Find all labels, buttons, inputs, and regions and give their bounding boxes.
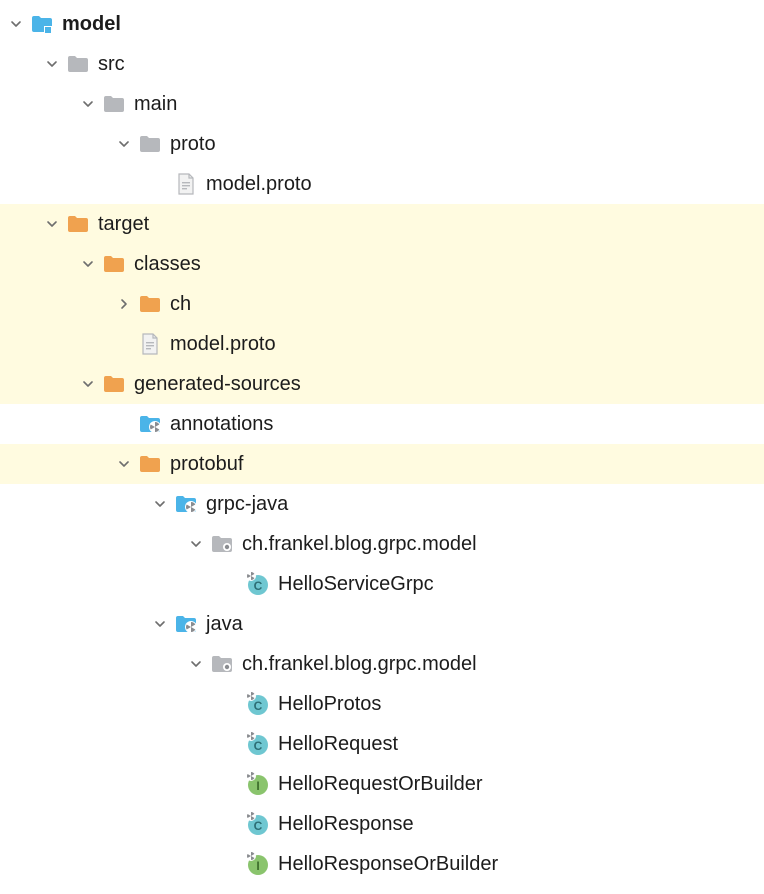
tree-row[interactable]: ch.frankel.blog.grpc.model <box>0 524 764 564</box>
chevron-down-icon[interactable] <box>78 254 98 274</box>
folder-gray-icon <box>66 52 90 76</box>
tree-row[interactable]: java <box>0 604 764 644</box>
tree-node-label: HelloResponse <box>278 804 414 844</box>
tree-node-label: grpc-java <box>206 484 288 524</box>
class-icon <box>246 692 270 716</box>
folder-gray-icon <box>138 132 162 156</box>
folder-gen-icon <box>174 612 198 636</box>
tree-row[interactable]: grpc-java <box>0 484 764 524</box>
folder-gray-icon <box>102 92 126 116</box>
tree-row[interactable]: generated-sources <box>0 364 764 404</box>
tree-row[interactable]: main <box>0 84 764 124</box>
tree-row[interactable]: model.proto <box>0 324 764 364</box>
tree-row[interactable]: model <box>0 4 764 44</box>
tree-row[interactable]: proto <box>0 124 764 164</box>
chevron-placeholder <box>222 734 242 754</box>
tree-node-label: proto <box>170 124 216 164</box>
folder-orange-icon <box>102 252 126 276</box>
interface-icon <box>246 852 270 876</box>
tree-row[interactable]: HelloProtos <box>0 684 764 724</box>
tree-row[interactable]: ch.frankel.blog.grpc.model <box>0 644 764 684</box>
tree-row[interactable]: HelloRequestOrBuilder <box>0 764 764 804</box>
tree-node-label: java <box>206 604 243 644</box>
chevron-down-icon[interactable] <box>186 654 206 674</box>
chevron-down-icon[interactable] <box>78 374 98 394</box>
tree-node-label: model <box>62 4 121 44</box>
tree-row[interactable]: src <box>0 44 764 84</box>
chevron-down-icon[interactable] <box>150 494 170 514</box>
tree-node-label: HelloRequestOrBuilder <box>278 764 483 804</box>
tree-node-label: HelloResponseOrBuilder <box>278 844 498 884</box>
tree-node-label: classes <box>134 244 201 284</box>
tree-row[interactable]: HelloResponseOrBuilder <box>0 844 764 884</box>
tree-node-label: model.proto <box>170 324 276 364</box>
class-icon <box>246 572 270 596</box>
chevron-placeholder <box>222 774 242 794</box>
chevron-down-icon[interactable] <box>42 214 62 234</box>
tree-row[interactable]: target <box>0 204 764 244</box>
tree-node-label: target <box>98 204 149 244</box>
package-icon <box>210 532 234 556</box>
tree-node-label: protobuf <box>170 444 243 484</box>
tree-row[interactable]: HelloServiceGrpc <box>0 564 764 604</box>
tree-node-label: src <box>98 44 125 84</box>
chevron-placeholder <box>114 414 134 434</box>
folder-orange-icon <box>138 452 162 476</box>
chevron-down-icon[interactable] <box>6 14 26 34</box>
chevron-down-icon[interactable] <box>78 94 98 114</box>
tree-node-label: HelloRequest <box>278 724 398 764</box>
project-tree: modelsrcmainprotomodel.prototargetclasse… <box>0 0 764 894</box>
chevron-placeholder <box>222 574 242 594</box>
module-icon <box>30 12 54 36</box>
chevron-placeholder <box>222 814 242 834</box>
chevron-placeholder <box>222 694 242 714</box>
tree-node-label: main <box>134 84 177 124</box>
class-icon <box>246 812 270 836</box>
folder-gen-icon <box>138 412 162 436</box>
tree-row[interactable]: model.proto <box>0 164 764 204</box>
tree-node-label: ch <box>170 284 191 324</box>
folder-gen-icon <box>174 492 198 516</box>
tree-node-label: annotations <box>170 404 273 444</box>
folder-orange-icon <box>138 292 162 316</box>
chevron-placeholder <box>222 854 242 874</box>
file-icon <box>174 172 198 196</box>
chevron-placeholder <box>150 174 170 194</box>
chevron-down-icon[interactable] <box>114 454 134 474</box>
file-icon <box>138 332 162 356</box>
tree-row[interactable]: HelloRequest <box>0 724 764 764</box>
tree-row[interactable]: HelloResponse <box>0 804 764 844</box>
tree-row[interactable]: annotations <box>0 404 764 444</box>
chevron-down-icon[interactable] <box>186 534 206 554</box>
folder-orange-icon <box>66 212 90 236</box>
tree-node-label: generated-sources <box>134 364 301 404</box>
folder-orange-icon <box>102 372 126 396</box>
tree-row[interactable]: classes <box>0 244 764 284</box>
tree-node-label: ch.frankel.blog.grpc.model <box>242 524 477 564</box>
class-icon <box>246 732 270 756</box>
chevron-right-icon[interactable] <box>114 294 134 314</box>
chevron-down-icon[interactable] <box>42 54 62 74</box>
chevron-placeholder <box>114 334 134 354</box>
tree-node-label: model.proto <box>206 164 312 204</box>
interface-icon <box>246 772 270 796</box>
package-icon <box>210 652 234 676</box>
tree-node-label: ch.frankel.blog.grpc.model <box>242 644 477 684</box>
chevron-down-icon[interactable] <box>150 614 170 634</box>
tree-node-label: HelloServiceGrpc <box>278 564 434 604</box>
chevron-down-icon[interactable] <box>114 134 134 154</box>
tree-node-label: HelloProtos <box>278 684 381 724</box>
tree-row[interactable]: ch <box>0 284 764 324</box>
tree-row[interactable]: protobuf <box>0 444 764 484</box>
